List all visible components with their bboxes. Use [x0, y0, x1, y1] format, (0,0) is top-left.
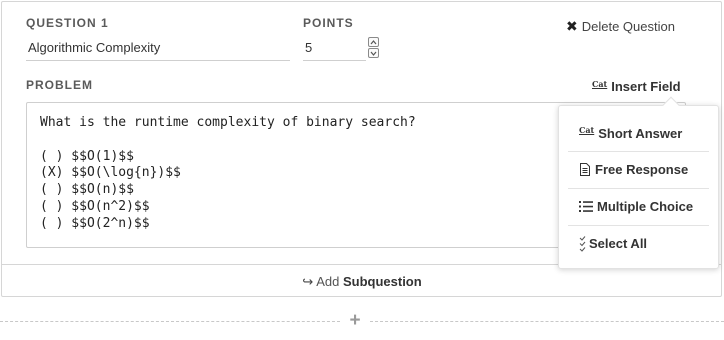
- chevron-up-icon: [370, 40, 377, 45]
- points-stepper[interactable]: [368, 37, 381, 59]
- decrement-button[interactable]: [368, 48, 379, 58]
- document-icon: [579, 163, 591, 176]
- menu-item-select-all[interactable]: Select All: [568, 225, 709, 261]
- delete-question-label: Delete Question: [581, 19, 675, 34]
- points-label: POINTS: [303, 16, 354, 30]
- cat-icon: Cat: [592, 78, 608, 89]
- select-all-icon: [579, 235, 588, 252]
- problem-label: PROBLEM: [26, 78, 93, 92]
- menu-item-free-response[interactable]: Free Response: [568, 151, 709, 187]
- menu-item-label: Select All: [589, 236, 648, 251]
- question-title-input[interactable]: Algorithmic Complexity: [26, 37, 290, 61]
- menu-item-label: Short Answer: [598, 125, 683, 141]
- list-icon: [579, 201, 593, 212]
- add-question-plus-icon[interactable]: +: [346, 311, 364, 331]
- increment-button[interactable]: [368, 37, 379, 47]
- return-arrow-icon: ↪: [302, 274, 314, 289]
- add-subquestion-button[interactable]: ↪ Add Subquestion: [0, 274, 724, 290]
- dashed-divider-left: [0, 321, 340, 322]
- insert-field-button[interactable]: Cat Insert Field: [592, 78, 681, 95]
- question-label: QUESTION 1: [26, 16, 109, 30]
- add-subquestion-bold: Subquestion: [342, 274, 422, 289]
- menu-item-label: Free Response: [595, 162, 689, 177]
- chevron-down-icon: [370, 51, 377, 56]
- menu-item-label: Multiple Choice: [597, 199, 694, 214]
- insert-field-menu: Cat Short Answer Free Response Multiple …: [558, 96, 719, 269]
- menu-item-short-answer[interactable]: Cat Short Answer: [568, 115, 709, 151]
- insert-field-label: Insert Field: [611, 79, 681, 94]
- short-answer-icon: Cat: [579, 125, 595, 135]
- close-icon: ✖: [566, 18, 578, 34]
- delete-question-button[interactable]: ✖ Delete Question: [566, 18, 675, 35]
- points-input[interactable]: 5: [303, 37, 366, 61]
- add-subquestion-prefix: Add: [316, 274, 340, 289]
- menu-item-multiple-choice[interactable]: Multiple Choice: [568, 188, 709, 224]
- dashed-divider-right: [370, 321, 724, 322]
